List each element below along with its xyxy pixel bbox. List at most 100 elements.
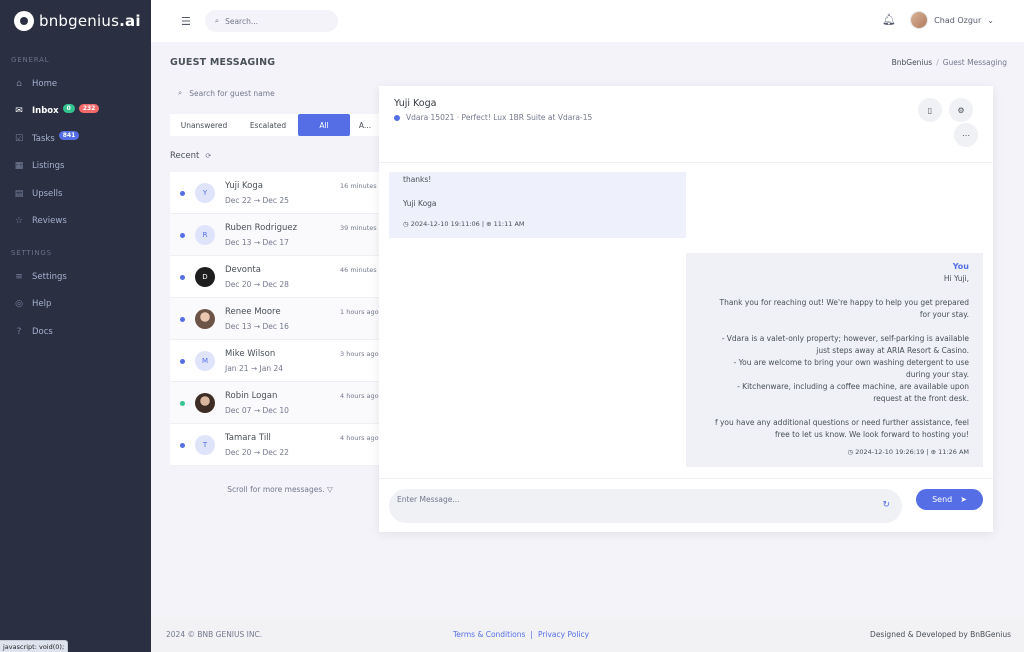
sidebar-item-tasks[interactable]: ☑ Tasks 841 xyxy=(0,125,151,153)
list-item[interactable]: Robin Logan Dec 07 → Dec 10 4 hours ago xyxy=(170,382,380,424)
sidebar-item-settings[interactable]: ≡ Settings xyxy=(0,263,151,291)
tab-all[interactable]: All xyxy=(298,114,350,136)
unread-dot xyxy=(180,401,185,406)
stay-dates: Dec 13 → Dec 16 xyxy=(225,322,289,331)
sidebar-item-inbox[interactable]: ✉ Inbox 0 232 xyxy=(0,98,151,126)
clock-icon: ◷ xyxy=(847,448,854,456)
terms-link[interactable]: Terms & Conditions xyxy=(453,630,525,639)
tab-escalated[interactable]: Escalated xyxy=(238,114,298,136)
message-area[interactable]: thanks! Yuji Koga ◷ 2024-12-10 19:11:06 … xyxy=(379,163,993,478)
footer-copyright: 2024 © BNB GENIUS INC. xyxy=(166,630,263,639)
list-item[interactable]: R Ruben Rodriguez Dec 13 → Dec 17 39 minute… xyxy=(170,214,380,256)
last-message-time: 39 minutes ago xyxy=(340,224,380,232)
message-line: for your stay. xyxy=(919,310,969,319)
search-input[interactable]: ⌕ Search... xyxy=(204,10,338,32)
breadcrumb: BnbGenius / Guest Messaging xyxy=(892,58,1007,67)
filter-tabs: Unanswered Escalated All A... xyxy=(170,114,380,136)
page-title: GUEST MESSAGING xyxy=(170,57,276,68)
scroll-more-label: Scroll for more messages. xyxy=(227,485,325,494)
message-input[interactable]: Enter Message... ↻ xyxy=(389,489,902,523)
ai-assist-icon[interactable]: ↻ xyxy=(882,500,890,510)
sidebar-item-listings[interactable]: ▦ Listings xyxy=(0,153,151,181)
logo-icon xyxy=(14,11,34,31)
sidebar-item-label: Help xyxy=(32,299,52,310)
chat-guest-name: Yuji Koga xyxy=(394,98,437,109)
list-item[interactable]: D Devonta Dec 20 → Dec 28 46 minutes ago xyxy=(170,256,380,298)
breadcrumb-home-link[interactable]: BnbGenius xyxy=(892,58,933,67)
recent-header: Recent ⟳ xyxy=(170,151,380,161)
home-icon: ⌂ xyxy=(16,78,22,89)
more-options-icon[interactable]: ⋯ xyxy=(954,123,978,147)
question-icon: ? xyxy=(16,326,22,337)
stay-dates: Jan 21 → Jan 24 xyxy=(225,364,284,373)
guest-name: Mike Wilson xyxy=(225,349,276,359)
scroll-more-hint: Scroll for more messages. ▽ xyxy=(170,485,380,494)
message-line xyxy=(698,321,969,333)
nav-section-settings: SETTINGS xyxy=(11,249,52,257)
message-line xyxy=(698,285,969,297)
footer-links: Terms & Conditions | Privacy Policy xyxy=(453,630,589,639)
refresh-icon[interactable]: ⟳ xyxy=(205,152,211,160)
upsells-icon: ▤ xyxy=(14,188,24,199)
unread-dot xyxy=(180,359,185,364)
inbox-icon: ✉ xyxy=(15,106,23,117)
sidebar-item-docs[interactable]: ? Docs xyxy=(0,318,151,346)
menu-toggle-icon[interactable]: ☰ xyxy=(181,15,191,28)
user-name: Chad Ozgur xyxy=(934,15,982,25)
sidebar-item-upsells[interactable]: ▤ Upsells xyxy=(0,180,151,208)
sidebar-item-label: Home xyxy=(32,78,58,89)
sidebar-item-label: Tasks xyxy=(32,133,55,144)
message-timestamp: 2024-12-10 19:11:06 xyxy=(410,220,480,228)
avatar xyxy=(195,393,215,413)
sidebar-item-label: Inbox xyxy=(32,106,59,117)
last-message-time: 3 hours ago xyxy=(340,350,379,358)
triangle-down-icon: ▽ xyxy=(327,485,333,494)
tab-more[interactable]: A... xyxy=(350,114,380,136)
help-icon: ◎ xyxy=(15,299,23,310)
guest-search-placeholder: Search for guest name xyxy=(189,88,275,98)
list-item[interactable]: Renee Moore Dec 13 → Dec 16 1 hours ago xyxy=(170,298,380,340)
message-line: - You are welcome to bring your own wash… xyxy=(733,358,969,367)
message-time: 11:26 AM xyxy=(938,448,969,456)
sidebar-item-label: Reviews xyxy=(32,216,67,227)
message-meta: ◷ 2024-12-10 19:11:06 | ⊕ 11:11 AM xyxy=(403,220,525,228)
last-message-time: 4 hours ago xyxy=(340,434,379,442)
brand-logo[interactable]: bnbgenius.ai xyxy=(0,0,151,42)
nav-section-general: GENERAL xyxy=(11,56,50,64)
send-button[interactable]: Send ➤ xyxy=(916,489,983,510)
sidebar-item-reviews[interactable]: ☆ Reviews xyxy=(0,208,151,236)
status-dot xyxy=(394,114,400,121)
sidebar-item-help[interactable]: ◎ Help xyxy=(0,291,151,319)
sidebar-item-home[interactable]: ⌂ Home xyxy=(0,70,151,98)
message-line: Thank you for reaching out! We're happy … xyxy=(719,298,969,307)
message-input-placeholder: Enter Message... xyxy=(397,495,460,504)
sidebar-item-label: Listings xyxy=(32,161,65,172)
breadcrumb-current: Guest Messaging xyxy=(942,58,1007,67)
bell-icon[interactable]: 🔔︎ xyxy=(882,13,896,26)
guest-search-input[interactable]: ⌕ Search for guest name xyxy=(170,82,380,104)
avatar: D xyxy=(195,267,215,287)
tasks-icon: ☑ xyxy=(14,133,24,144)
list-item[interactable]: Y Yuji Koga Dec 22 → Dec 25 16 minutes ago xyxy=(170,172,380,214)
stay-dates: Dec 20 → Dec 28 xyxy=(225,280,289,289)
sidebar: bnbgenius.ai GENERAL ⌂ Home ✉ Inbox 0 23… xyxy=(0,0,151,652)
sidebar-toggle-icon[interactable]: ▯ xyxy=(918,98,942,122)
inbox-unread-badge: 0 xyxy=(62,103,75,113)
list-item[interactable]: T Tamara Till Dec 20 → Dec 22 4 hours ago xyxy=(170,424,380,466)
user-menu[interactable]: Chad Ozgur ⌄ xyxy=(910,11,994,29)
stay-dates: Dec 07 → Dec 10 xyxy=(225,406,289,415)
message-time: 11:11 AM xyxy=(493,220,525,228)
star-icon: ☆ xyxy=(14,216,24,227)
avatar: Y xyxy=(195,183,215,203)
gear-icon[interactable]: ⚙ xyxy=(949,98,973,122)
privacy-link[interactable]: Privacy Policy xyxy=(538,630,589,639)
message-line: Yuji Koga xyxy=(403,199,437,208)
list-item[interactable]: M Mike Wilson Jan 21 → Jan 24 3 hours ago xyxy=(170,340,380,382)
sliders-icon: ≡ xyxy=(15,271,23,282)
message-body: Hi Yuji, Thank you for reaching out! We'r… xyxy=(698,273,969,441)
tab-unanswered[interactable]: Unanswered xyxy=(170,114,238,136)
footer-credit: Designed & Developed by BnBGenius xyxy=(870,630,1011,639)
chevron-down-icon: ⌄ xyxy=(987,15,994,25)
chat-listing-label: Vdara 15021 · Perfect! Lux 1BR Suite at … xyxy=(406,113,593,122)
unread-dot xyxy=(180,191,185,196)
